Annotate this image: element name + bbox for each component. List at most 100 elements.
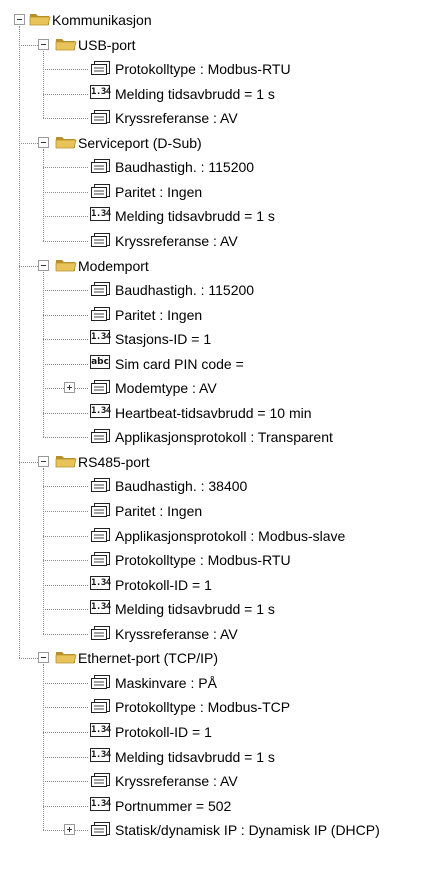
tree-connector	[43, 535, 88, 537]
tree-connector	[43, 290, 88, 292]
list-icon	[90, 821, 112, 840]
tree-item-label: Modemtype : AV	[115, 380, 217, 397]
tree-item-label: Melding tidsavbrudd = 1 s	[115, 208, 275, 225]
tree-item-label: Statisk/dynamisk IP : Dynamisk IP (DHCP)	[115, 822, 380, 839]
tree-item-label: Applikasjonsprotokoll : Modbus-slave	[115, 527, 346, 544]
tree-item-label: Baudhastigh. : 38400	[115, 478, 248, 495]
tree-item-label: Protokoll-ID = 1	[115, 576, 212, 593]
tree-group-item[interactable]: Serviceport (D-Sub)	[0, 131, 446, 155]
list-icon	[90, 698, 112, 717]
collapse-button[interactable]	[38, 652, 49, 664]
list-icon	[90, 477, 112, 496]
numeric-icon: 1.34	[90, 84, 111, 99]
tree-item-label: Heartbeat-tidsavbrudd = 10 min	[115, 404, 312, 421]
tree-connector	[43, 560, 88, 562]
tree-leaf-item[interactable]: Statisk/dynamisk IP : Dynamisk IP (DHCP)	[0, 818, 446, 842]
folder-icon	[55, 453, 77, 472]
numeric-icon: 1.34	[90, 796, 111, 811]
tree-connector	[43, 240, 88, 242]
tree-connector	[43, 633, 88, 635]
tree-group-item[interactable]: RS485-port	[0, 450, 446, 474]
numeric-icon: 1.34	[90, 207, 111, 222]
tree-group-item[interactable]: Modemport	[0, 254, 446, 278]
tree-connector	[43, 584, 88, 586]
tree-item-label: Melding tidsavbrudd = 1 s	[115, 85, 275, 102]
tree-connector	[43, 682, 88, 684]
tree-connector	[43, 511, 88, 512]
tree-view: Kommunikasjon USB-port Protokolltype : Mod…	[0, 0, 446, 886]
tree-connector	[75, 388, 88, 390]
tree-connector	[43, 388, 64, 390]
numeric-icon: 1.34	[90, 403, 111, 418]
numeric-icon: 1.34	[90, 600, 111, 615]
numeric-icon: 1.34	[90, 722, 111, 737]
tree-item-label: Kryssreferanse : AV	[115, 625, 238, 642]
folder-icon	[29, 11, 51, 30]
list-icon	[90, 379, 112, 398]
tree-item-label: Sim card PIN code =	[115, 355, 244, 372]
tree-item-label: Paritet : Ingen	[115, 183, 203, 200]
list-icon	[90, 281, 112, 300]
tree-item-label: Applikasjonsprotokoll : Transparent	[115, 429, 333, 446]
tree-item-label: Maskinvare : PÅ	[115, 674, 217, 691]
tree-connector	[43, 148, 44, 241]
expand-button[interactable]	[64, 824, 75, 836]
tree-connector	[19, 44, 38, 46]
collapse-button[interactable]	[38, 38, 49, 50]
tree-item-label: Protokoll-ID = 1	[115, 723, 212, 740]
tree-connector	[43, 271, 44, 438]
tree-item-label: Protokolltype : Modbus-TCP	[115, 699, 291, 716]
list-icon	[90, 527, 112, 546]
tree-connector	[43, 781, 88, 783]
tree-connector	[43, 805, 88, 807]
tree-connector	[19, 142, 38, 144]
tree-item-label: Melding tidsavbrudd = 1 s	[115, 748, 275, 765]
text-icon: abc	[90, 354, 110, 369]
list-icon	[90, 502, 112, 521]
tree-connector	[43, 167, 88, 169]
tree-item-label: RS485-port	[78, 453, 150, 470]
folder-icon	[55, 257, 77, 276]
tree-item-label: Kommunikasjon	[52, 12, 152, 28]
tree-group-item[interactable]: USB-port	[0, 33, 446, 57]
tree-connector	[43, 69, 88, 71]
list-icon	[90, 232, 112, 251]
tree-leaf-item[interactable]: Modemtype : AV	[0, 376, 446, 400]
folder-icon	[55, 36, 77, 55]
tree-item-label: Baudhastigh. : 115200	[115, 159, 255, 176]
tree-connector	[43, 756, 88, 758]
tree-group-item[interactable]: Ethernet-port (TCP/IP)	[0, 646, 446, 670]
collapse-button[interactable]	[38, 455, 49, 467]
list-icon	[90, 674, 112, 693]
tree-connector	[43, 191, 88, 193]
tree-item-label: Protokolltype : Modbus-RTU	[115, 552, 291, 569]
tree-connector	[43, 731, 88, 733]
expand-button[interactable]	[64, 382, 75, 394]
list-icon	[90, 551, 112, 570]
tree-connector	[43, 830, 64, 832]
collapse-button[interactable]	[38, 259, 49, 271]
tree-connector	[43, 707, 88, 709]
list-icon	[90, 183, 112, 202]
collapse-button[interactable]	[14, 14, 25, 25]
tree-item-label: Baudhastigh. : 115200	[115, 282, 255, 299]
tree-connector	[43, 93, 88, 95]
list-icon	[90, 60, 112, 79]
tree-connector	[43, 467, 44, 634]
tree-root-kommunikasjon[interactable]: Kommunikasjon	[0, 8, 446, 32]
list-icon	[90, 158, 112, 177]
tree-item-label: Portnummer = 502	[115, 797, 232, 814]
tree-connector	[43, 314, 88, 316]
tree-connector	[43, 609, 88, 611]
numeric-icon: 1.34	[90, 575, 111, 590]
tree-item-label: Kryssreferanse : AV	[115, 232, 238, 249]
tree-connector	[43, 339, 88, 341]
tree-connector	[43, 216, 88, 218]
tree-item-label: Stasjons-ID = 1	[115, 331, 212, 348]
collapse-button[interactable]	[38, 136, 49, 148]
numeric-icon: 1.34	[90, 747, 111, 762]
list-icon	[90, 428, 112, 447]
tree-item-label: Paritet : Ingen	[115, 306, 203, 323]
folder-icon	[55, 134, 77, 153]
tree-connector	[43, 118, 88, 120]
